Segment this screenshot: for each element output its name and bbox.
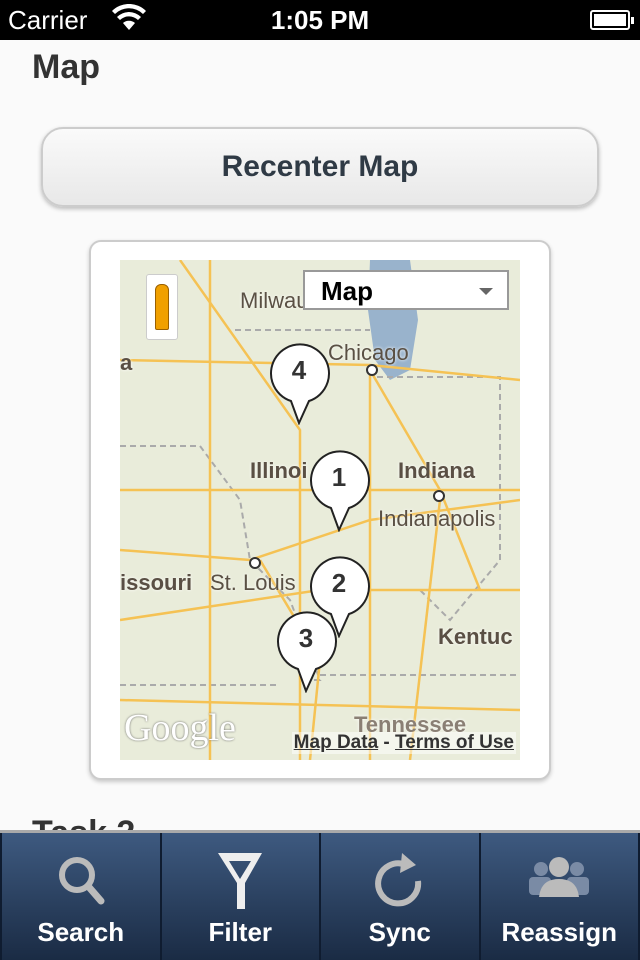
filter-icon: [218, 853, 263, 909]
map-attribution: Map Data - Terms of Use: [291, 732, 516, 754]
tab-sync[interactable]: Sync: [321, 833, 481, 960]
tab-label: Sync: [368, 917, 431, 947]
recenter-map-button[interactable]: Recenter Map: [41, 127, 599, 207]
tab-label: Reassign: [501, 917, 618, 947]
tab-bar: Search Filter Sync Reassign: [0, 830, 640, 960]
tab-reassign[interactable]: Reassign: [481, 833, 640, 960]
map-pin-4[interactable]: 4: [269, 343, 333, 426]
map-view[interactable]: Milwau Chicago Illinoi Indiana Indianapo…: [120, 260, 520, 760]
sync-icon: [374, 853, 421, 907]
dropdown-arrow-icon: [479, 288, 493, 295]
map-type-value: Map: [321, 276, 373, 306]
map-pin-3[interactable]: 3: [276, 611, 340, 694]
terms-of-use-link[interactable]: Terms of Use: [395, 732, 514, 753]
tab-label: Filter: [208, 917, 273, 947]
battery-icon: [590, 10, 634, 30]
status-bar: Carrier 1:05 PM: [0, 0, 640, 40]
map-type-select[interactable]: Map: [303, 270, 509, 310]
tab-filter[interactable]: Filter: [162, 833, 321, 960]
page-title: Map: [32, 48, 100, 86]
map-data-link[interactable]: Map Data: [294, 732, 378, 753]
google-logo: Google: [124, 707, 236, 749]
tab-label: Search: [37, 917, 125, 947]
street-view-pegman-icon[interactable]: [146, 274, 178, 340]
tab-search[interactable]: Search: [0, 833, 162, 960]
map-pin-1[interactable]: 1: [309, 450, 373, 533]
users-icon: [529, 857, 590, 897]
search-icon: [58, 857, 105, 905]
clock: 1:05 PM: [270, 5, 370, 35]
separator: -: [383, 732, 390, 753]
